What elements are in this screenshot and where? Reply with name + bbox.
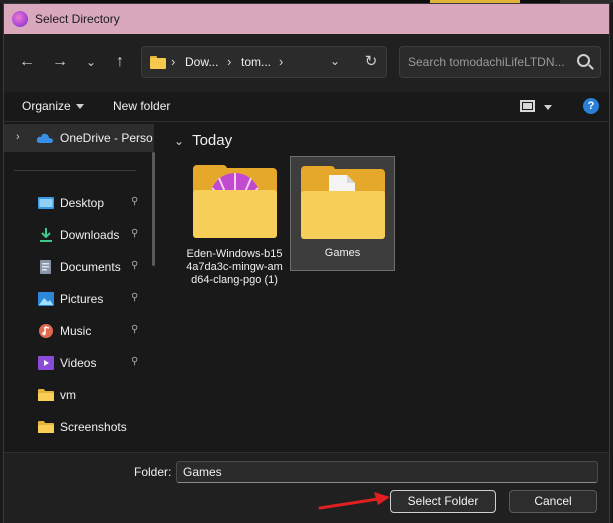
help-icon[interactable]: ? (583, 98, 599, 114)
chevron-down-icon[interactable]: ⌄ (174, 134, 184, 148)
back-arrow-icon[interactable]: ← (13, 48, 41, 76)
search-input[interactable] (408, 54, 568, 70)
chevron-down-icon (75, 104, 84, 110)
folder-icon (300, 166, 385, 239)
pin-icon[interactable]: ⚲ (131, 292, 138, 303)
organize-menu[interactable]: Organize (22, 99, 84, 113)
cancel-button[interactable]: Cancel (509, 490, 597, 513)
app-icon (12, 11, 28, 27)
video-icon (38, 356, 54, 370)
folder-name-input[interactable] (176, 461, 598, 483)
download-icon (40, 228, 52, 242)
pin-icon[interactable]: ⚲ (131, 324, 138, 335)
title-bar: Select Directory (4, 4, 609, 34)
breadcrumb-current[interactable]: tom... (241, 55, 271, 69)
sidebar-item-onedrive[interactable]: › OneDrive - Perso (4, 124, 154, 152)
folder-icon (192, 165, 277, 238)
group-label: Today (192, 132, 233, 149)
breadcrumb-chevron-icon: › (227, 54, 232, 69)
picture-icon (38, 292, 54, 306)
address-dropdown-chevron-icon[interactable]: ⌄ (330, 54, 340, 68)
select-folder-button[interactable]: Select Folder (390, 490, 496, 513)
sidebar-item-pictures[interactable]: Pictures ⚲ (4, 285, 154, 313)
sidebar-item-documents[interactable]: Documents ⚲ (4, 253, 154, 281)
recent-locations-chevron-icon[interactable]: ⌄ (77, 48, 105, 76)
sidebar-item-music[interactable]: Music ⚲ (4, 317, 154, 345)
forward-arrow-icon[interactable]: → (46, 48, 74, 76)
sidebar-divider (14, 170, 136, 171)
dialog-footer: Folder: Select Folder Cancel (4, 452, 609, 523)
sidebar-item-label: Downloads (60, 228, 120, 242)
pin-icon[interactable]: ⚲ (131, 260, 138, 271)
sidebar-item-downloads[interactable]: Downloads ⚲ (4, 221, 154, 249)
sidebar-item-screenshots[interactable]: Screenshots (4, 413, 154, 441)
select-directory-dialog: Select Directory ← → ⌄ ↑ › Dow... › tom.… (3, 3, 610, 523)
window-title: Select Directory (35, 12, 120, 26)
search-icon[interactable] (577, 54, 590, 67)
folder-field-label: Folder: (134, 465, 172, 479)
music-icon (39, 324, 53, 338)
organize-label: Organize (22, 99, 71, 113)
pin-icon[interactable]: ⚲ (131, 228, 138, 239)
document-icon (40, 260, 51, 274)
sidebar-item-videos[interactable]: Videos ⚲ (4, 349, 154, 377)
chevron-right-icon[interactable]: › (16, 131, 20, 143)
sidebar-item-label: Desktop (60, 196, 105, 210)
folder-name: Games (324, 247, 361, 259)
address-bar[interactable]: › Dow... › tom... › ⌄ ↻ (141, 46, 387, 78)
search-box[interactable] (399, 46, 601, 78)
sidebar-item-desktop[interactable]: Desktop ⚲ (4, 189, 154, 217)
sidebar-item-label: Pictures (60, 292, 104, 306)
file-list: ⌄ Today Eden-Windows-b154a7da3c-mingw-am… (162, 122, 609, 452)
breadcrumb-chevron-icon[interactable]: › (279, 54, 283, 69)
view-options-chevron-icon[interactable] (544, 105, 552, 110)
new-folder-button[interactable]: New folder (113, 99, 170, 113)
navigation-pane: › OneDrive - Perso Desktop ⚲ Downloads ⚲ (4, 122, 162, 452)
folder-icon (38, 421, 54, 433)
folder-tile-eden[interactable]: Eden-Windows-b154a7da3c-mingw-amd64-clan… (182, 156, 287, 293)
breadcrumb-chevron-icon: › (171, 54, 176, 69)
cloud-icon (36, 133, 53, 143)
sidebar-item-label: vm (60, 388, 76, 402)
command-bar: Organize New folder ? (4, 92, 609, 122)
folder-icon (38, 389, 54, 401)
navigation-bar: ← → ⌄ ↑ › Dow... › tom... › ⌄ ↻ (4, 34, 609, 92)
pin-icon[interactable]: ⚲ (131, 356, 138, 367)
sidebar-item-label: Screenshots (60, 420, 127, 434)
folder-tile-games[interactable]: Games (290, 156, 395, 271)
annotation-arrow-icon (318, 492, 390, 510)
sidebar-item-vm[interactable]: vm (4, 381, 154, 409)
folder-name: Eden-Windows-b154a7da3c-mingw-amd64-clan… (186, 248, 283, 286)
sidebar-item-label: Documents (60, 260, 121, 274)
breadcrumb-downloads[interactable]: Dow... (185, 55, 218, 69)
folder-icon (150, 56, 166, 69)
group-header-today[interactable]: ⌄ Today (174, 132, 232, 149)
sidebar-item-label: Videos (60, 356, 97, 370)
view-options-icon[interactable] (520, 100, 535, 112)
sidebar-item-label: OneDrive - Perso (60, 131, 153, 145)
pin-icon[interactable]: ⚲ (131, 196, 138, 207)
sidebar-scrollbar[interactable] (152, 152, 155, 266)
desktop-icon (38, 197, 54, 209)
refresh-icon[interactable]: ↻ (362, 53, 380, 71)
up-arrow-icon[interactable]: ↑ (106, 48, 134, 76)
sidebar-item-label: Music (60, 324, 92, 338)
